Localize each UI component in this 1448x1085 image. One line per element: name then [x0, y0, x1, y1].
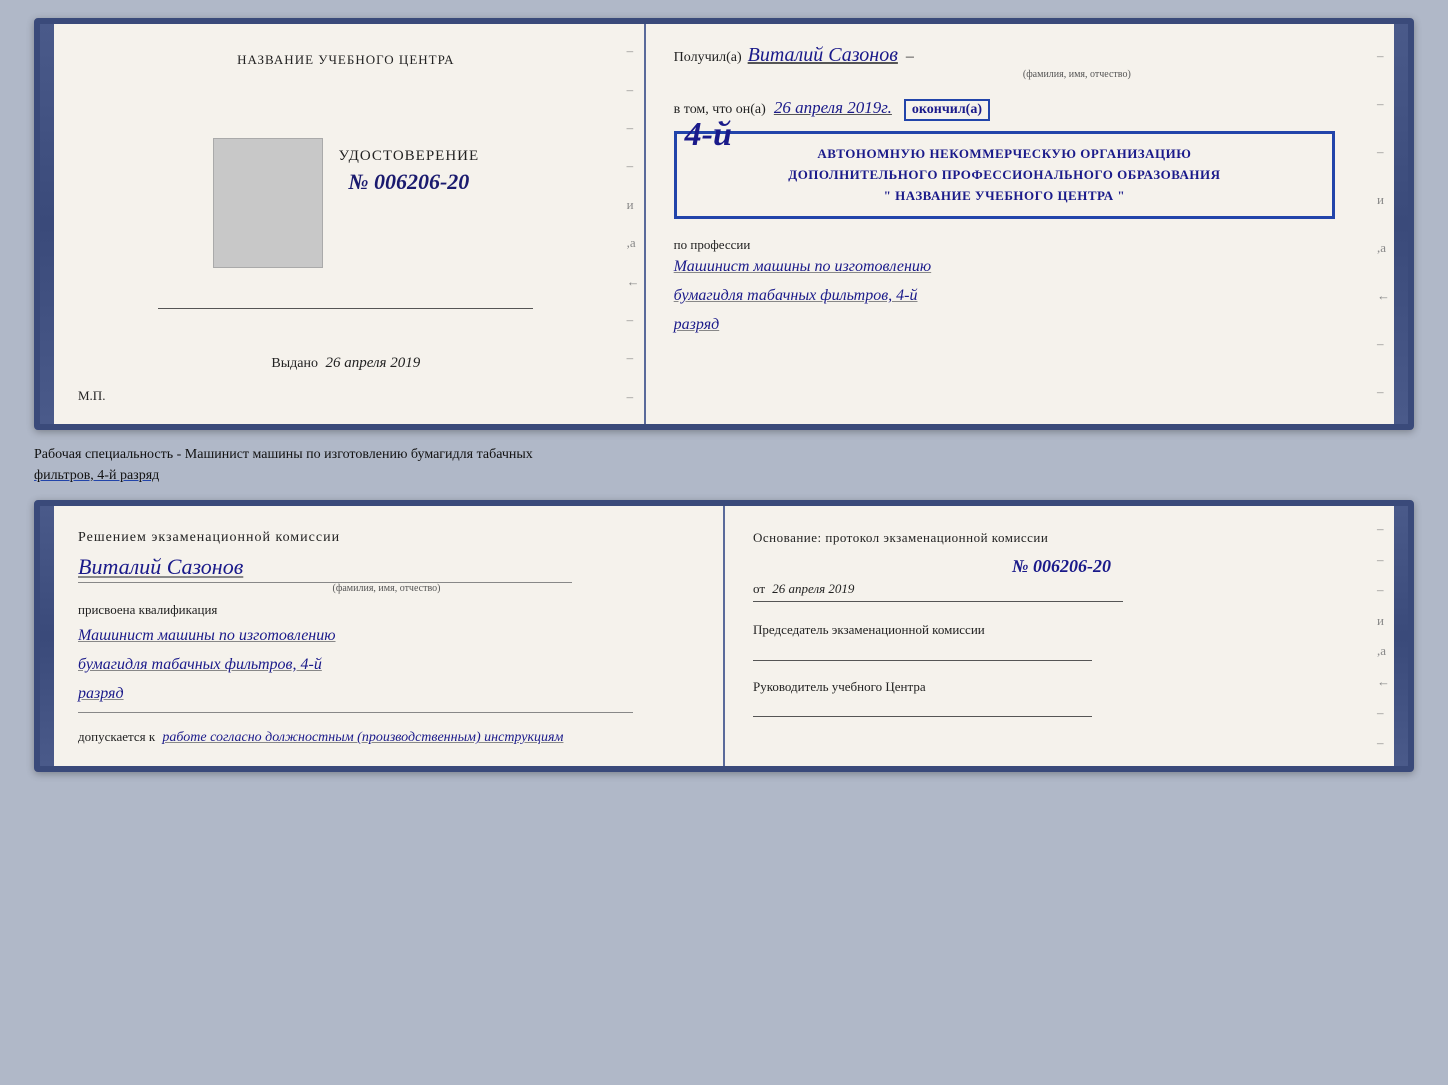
udostoverenie-number: № 006206-20 — [339, 169, 480, 195]
mp-label: М.П. — [78, 388, 105, 404]
profession-line2: бумагидля табачных фильтров, 4-й — [674, 282, 1370, 311]
bottom-name-block: Виталий Сазонов (фамилия, имя, отчество) — [78, 554, 695, 594]
bottom-book-spine-left — [40, 506, 54, 766]
vtom-row: в том, что он(а) 26 апреля 2019г. окончи… — [674, 98, 1370, 121]
rukovoditel-label: Руководитель учебного Центра — [753, 677, 1370, 697]
stamp-block: 4-й АВТОНОМНУЮ НЕКОММЕРЧЕСКУЮ ОРГАНИЗАЦИ… — [674, 131, 1336, 219]
separator-main-text: Рабочая специальность - Машинист машины … — [34, 447, 533, 462]
udostoverenie-block: УДОСТОВЕРЕНИЕ № 006206-20 — [339, 148, 480, 195]
poluchil-row: Получил(а) Виталий Сазонов – — [674, 44, 1370, 67]
stamp-number: 4-й — [685, 116, 732, 154]
vydano-prefix: Выдано — [271, 356, 318, 371]
udostoverenie-label: УДОСТОВЕРЕНИЕ — [339, 148, 480, 165]
protocol-number: № 006206-20 — [753, 556, 1370, 577]
ot-prefix: от — [753, 581, 765, 596]
bottom-right-edge-bars: – – – и ,а ← – – — [1377, 506, 1390, 766]
training-center-title: НАЗВАНИЕ УЧЕБНОГО ЦЕНТРА — [237, 52, 454, 68]
decision-title: Решением экзаменационной комиссии — [78, 530, 695, 546]
dopuskaetsya-prefix: допускается к — [78, 729, 155, 744]
separator-underline-text: фильтров, 4-й разряд — [34, 468, 159, 483]
book-spine-right — [1394, 24, 1408, 424]
osnovaniye-text: Основание: протокол экзаменационной коми… — [753, 530, 1370, 546]
fio-caption-top: (фамилия, имя, отчество) — [784, 69, 1370, 80]
vydano-line: Выдано 26 апреля 2019 — [271, 355, 420, 372]
profession-line3: разряд — [674, 311, 1370, 340]
rukovoditel-section: Руководитель учебного Центра — [753, 677, 1370, 718]
profession-line1: Машинист машины по изготовлению — [674, 253, 1370, 282]
separator-label: Рабочая специальность - Машинист машины … — [34, 440, 1414, 490]
right-edge-bars: – – – и ,а ← – – — [1377, 24, 1390, 424]
ot-date: 26 апреля 2019 — [772, 581, 854, 596]
poluchil-prefix: Получил(а) — [674, 50, 742, 66]
top-certificate-book: НАЗВАНИЕ УЧЕБНОГО ЦЕНТРА УДОСТОВЕРЕНИЕ №… — [34, 18, 1414, 430]
predsedatel-section: Председатель экзаменационной комиссии — [753, 620, 1370, 661]
bottom-right-page: Основание: протокол экзаменационной коми… — [725, 506, 1394, 766]
okonchil: окончил(а) — [904, 99, 990, 121]
stamp-line1: АВТОНОМНУЮ НЕКОММЕРЧЕСКУЮ ОРГАНИЗАЦИЮ — [691, 144, 1319, 165]
qual-line3: разряд — [78, 680, 695, 709]
prisvoena-label: присвоена квалификация — [78, 602, 695, 618]
photo-placeholder — [213, 138, 323, 268]
stamp-line3: " НАЗВАНИЕ УЧЕБНОГО ЦЕНТРА " — [691, 186, 1319, 207]
bottom-book-spine-right — [1394, 506, 1408, 766]
stamp-line2: ДОПОЛНИТЕЛЬНОГО ПРОФЕССИОНАЛЬНОГО ОБРАЗО… — [691, 165, 1319, 186]
ot-line: от 26 апреля 2019 — [753, 581, 1370, 597]
bottom-left-page: Решением экзаменационной комиссии Витали… — [54, 506, 725, 766]
right-bars: – – – – и ,а ← – – – — [627, 24, 640, 424]
vtom-date: 26 апреля 2019г. — [774, 98, 892, 118]
bottom-certificate-book: Решением экзаменационной комиссии Витали… — [34, 500, 1414, 772]
qual-line2: бумагидля табачных фильтров, 4-й — [78, 651, 695, 680]
top-right-page: Получил(а) Виталий Сазонов – (фамилия, и… — [646, 24, 1394, 424]
po-professii-label: по профессии — [674, 237, 1370, 253]
bottom-fio-caption: (фамилия, имя, отчество) — [78, 583, 695, 594]
predsedatel-label: Председатель экзаменационной комиссии — [753, 620, 1370, 640]
top-left-page: НАЗВАНИЕ УЧЕБНОГО ЦЕНТРА УДОСТОВЕРЕНИЕ №… — [54, 24, 646, 424]
bottom-recipient-name: Виталий Сазонов — [78, 554, 243, 579]
qual-line1: Машинист машины по изготовлению — [78, 622, 695, 651]
recipient-name: Виталий Сазонов — [748, 44, 898, 67]
dopuskaetsya-row: допускается к работе согласно должностны… — [78, 729, 695, 746]
book-spine-left — [40, 24, 54, 424]
vydano-date: 26 апреля 2019 — [325, 355, 420, 371]
dopuskaetsya-text: работе согласно должностным (производств… — [162, 730, 563, 745]
